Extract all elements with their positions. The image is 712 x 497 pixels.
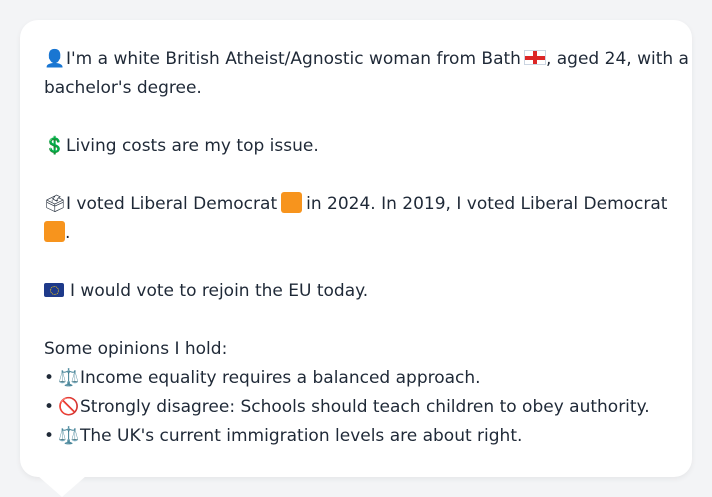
vote-line-2: . <box>44 219 668 248</box>
eu-flag-icon <box>44 283 64 297</box>
prohibited-icon: 🚫 <box>58 397 80 417</box>
eu-text: I would vote to rejoin the EU today. <box>70 281 369 301</box>
opinion-text: The UK's current immigration levels are … <box>80 426 523 446</box>
opinion-item: • 🚫Strongly disagree: Schools should teac… <box>44 393 668 422</box>
issue-text: Living costs are my top issue. <box>66 136 319 156</box>
intro-text-end: , aged 24, with a <box>545 49 689 69</box>
balance-scale-icon: ⚖️ <box>58 426 80 446</box>
vote-text-1: I voted Liberal Democrat <box>66 194 278 214</box>
england-flag-icon <box>523 50 546 65</box>
dollar-icon: 💲 <box>44 136 66 156</box>
intro-text: I'm a white British Atheist/Agnostic wom… <box>66 49 521 69</box>
vote-text-2: in 2024. In 2019, I voted Liberal Democr… <box>306 194 668 214</box>
intro-line-2: bachelor's degree. <box>44 78 202 98</box>
opinion-text: Income equality requires a balanced appr… <box>80 368 481 388</box>
opinion-item: • ⚖️Income equality requires a balanced a… <box>44 364 668 393</box>
profile-card: 👤I'm a white British Atheist/Agnostic wo… <box>20 20 692 477</box>
vote-line: 🗳I voted Liberal Democrat in 2024. In 201… <box>44 190 668 219</box>
opinions-header: Some opinions I hold: <box>44 339 228 359</box>
party-color-square-icon <box>44 221 65 242</box>
opinion-item: • ⚖️The UK's current immigration levels a… <box>44 422 668 451</box>
issue-line: 💲Living costs are my top issue. <box>44 132 668 161</box>
speech-bubble-tail <box>38 476 86 497</box>
eu-line: I would vote to rejoin the EU today. <box>44 277 668 306</box>
ballot-box-icon: 🗳 <box>44 194 66 214</box>
person-icon: 👤 <box>44 49 66 69</box>
bullet: • <box>44 426 55 446</box>
bullet: • <box>44 397 55 417</box>
intro-line: 👤I'm a white British Atheist/Agnostic wo… <box>44 45 689 74</box>
balance-scale-icon: ⚖️ <box>58 368 80 388</box>
opinion-text: Strongly disagree: Schools should teach … <box>80 397 650 417</box>
party-color-square-icon <box>281 192 303 213</box>
vote-end: . <box>65 223 71 243</box>
bullet: • <box>44 368 55 388</box>
